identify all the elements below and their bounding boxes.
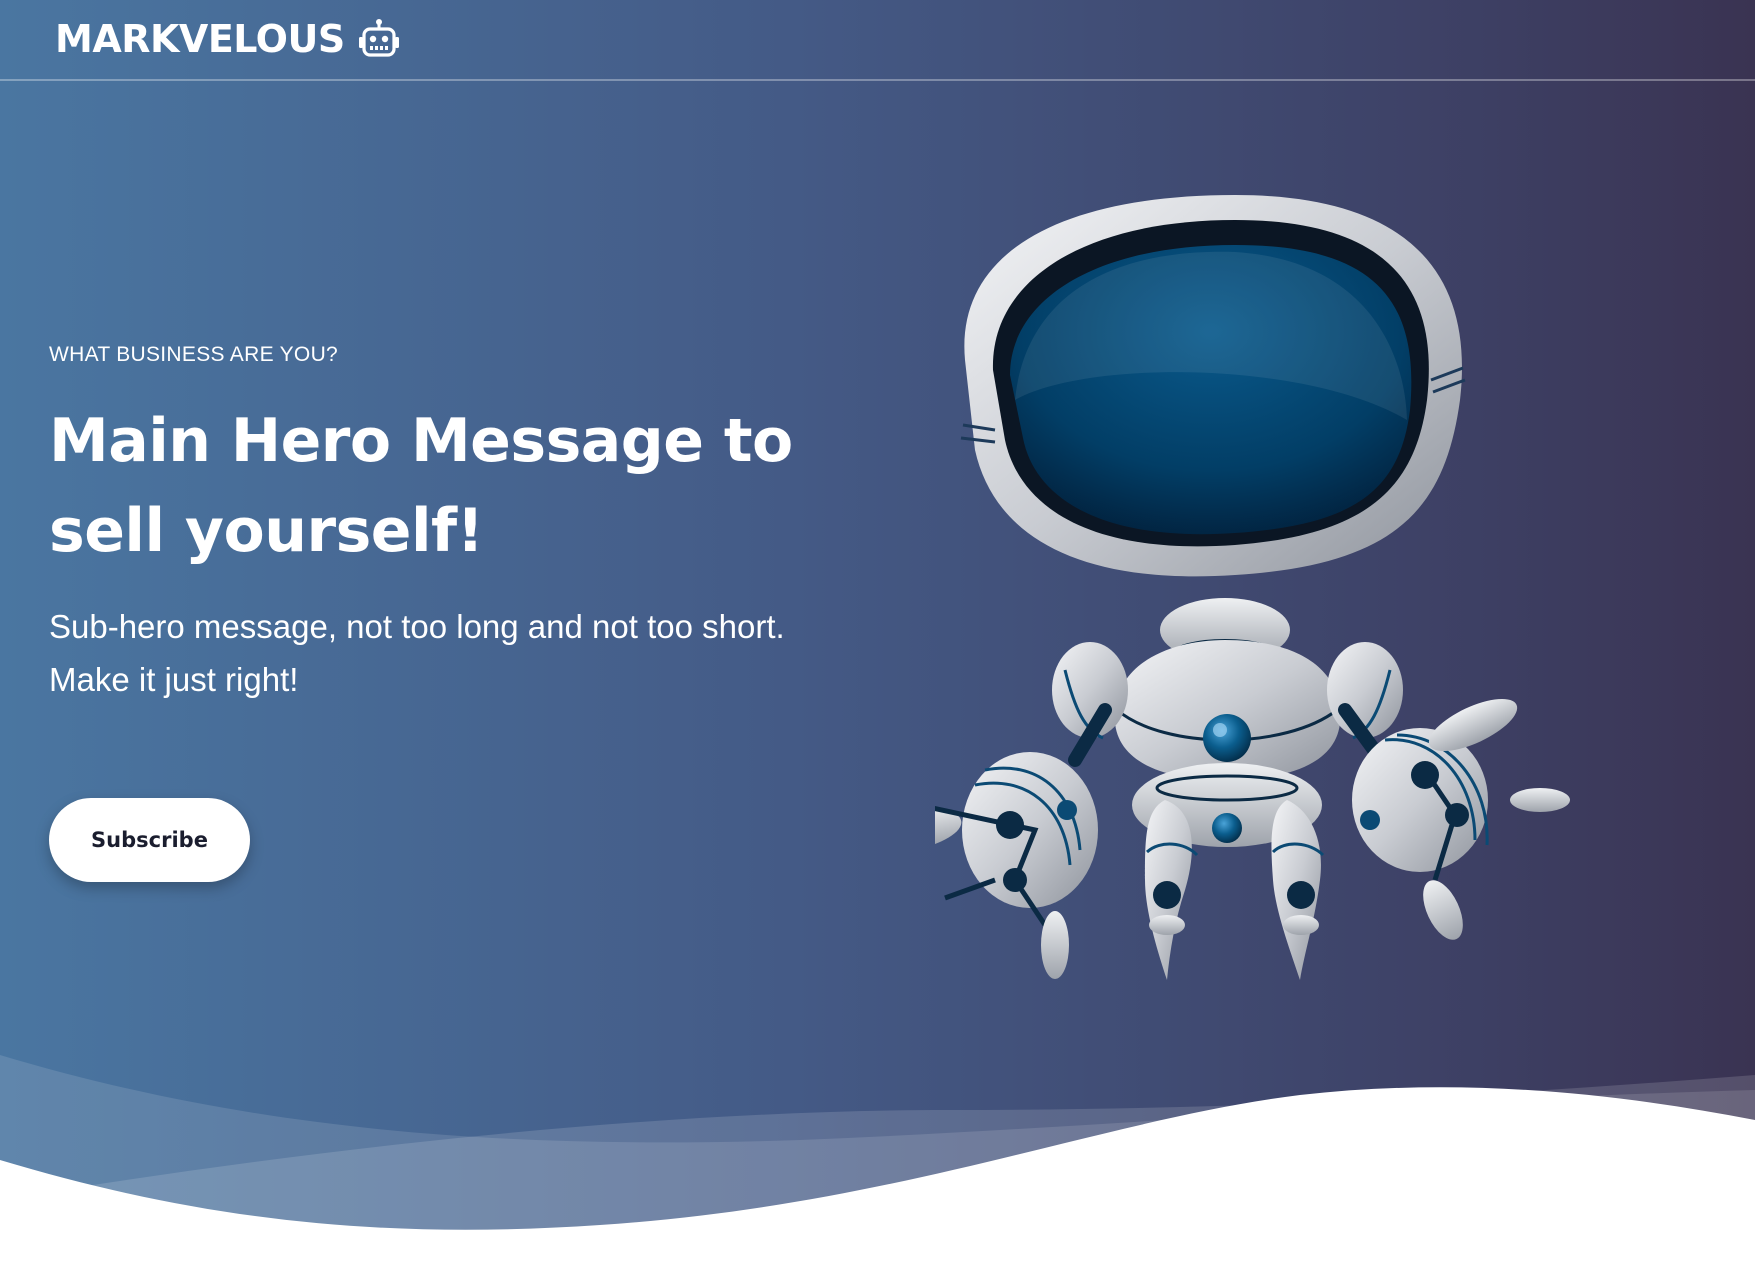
top-navigation: MARKVELOUS bbox=[0, 0, 1755, 81]
hero-headline: Main Hero Message to sell yourself! bbox=[49, 406, 793, 566]
robot-icon bbox=[358, 19, 399, 57]
decorative-waves bbox=[0, 1055, 1755, 1266]
landing-page: MARKVELOUS WHAT BUSINESS ARE YOU? Main H… bbox=[0, 0, 1755, 1266]
robot-illustration bbox=[935, 195, 1570, 980]
subscribe-button[interactable]: Subscribe bbox=[49, 798, 250, 882]
hero-copy: WHAT BUSINESS ARE YOU? Main Hero Message… bbox=[49, 340, 869, 706]
brand-name: MARKVELOUS bbox=[55, 17, 345, 61]
hero-subheadline: Sub-hero message, not too long and not t… bbox=[49, 608, 785, 698]
brand-logo-link[interactable]: MARKVELOUS bbox=[55, 14, 401, 64]
hero-eyebrow: WHAT BUSINESS ARE YOU? bbox=[49, 343, 339, 366]
